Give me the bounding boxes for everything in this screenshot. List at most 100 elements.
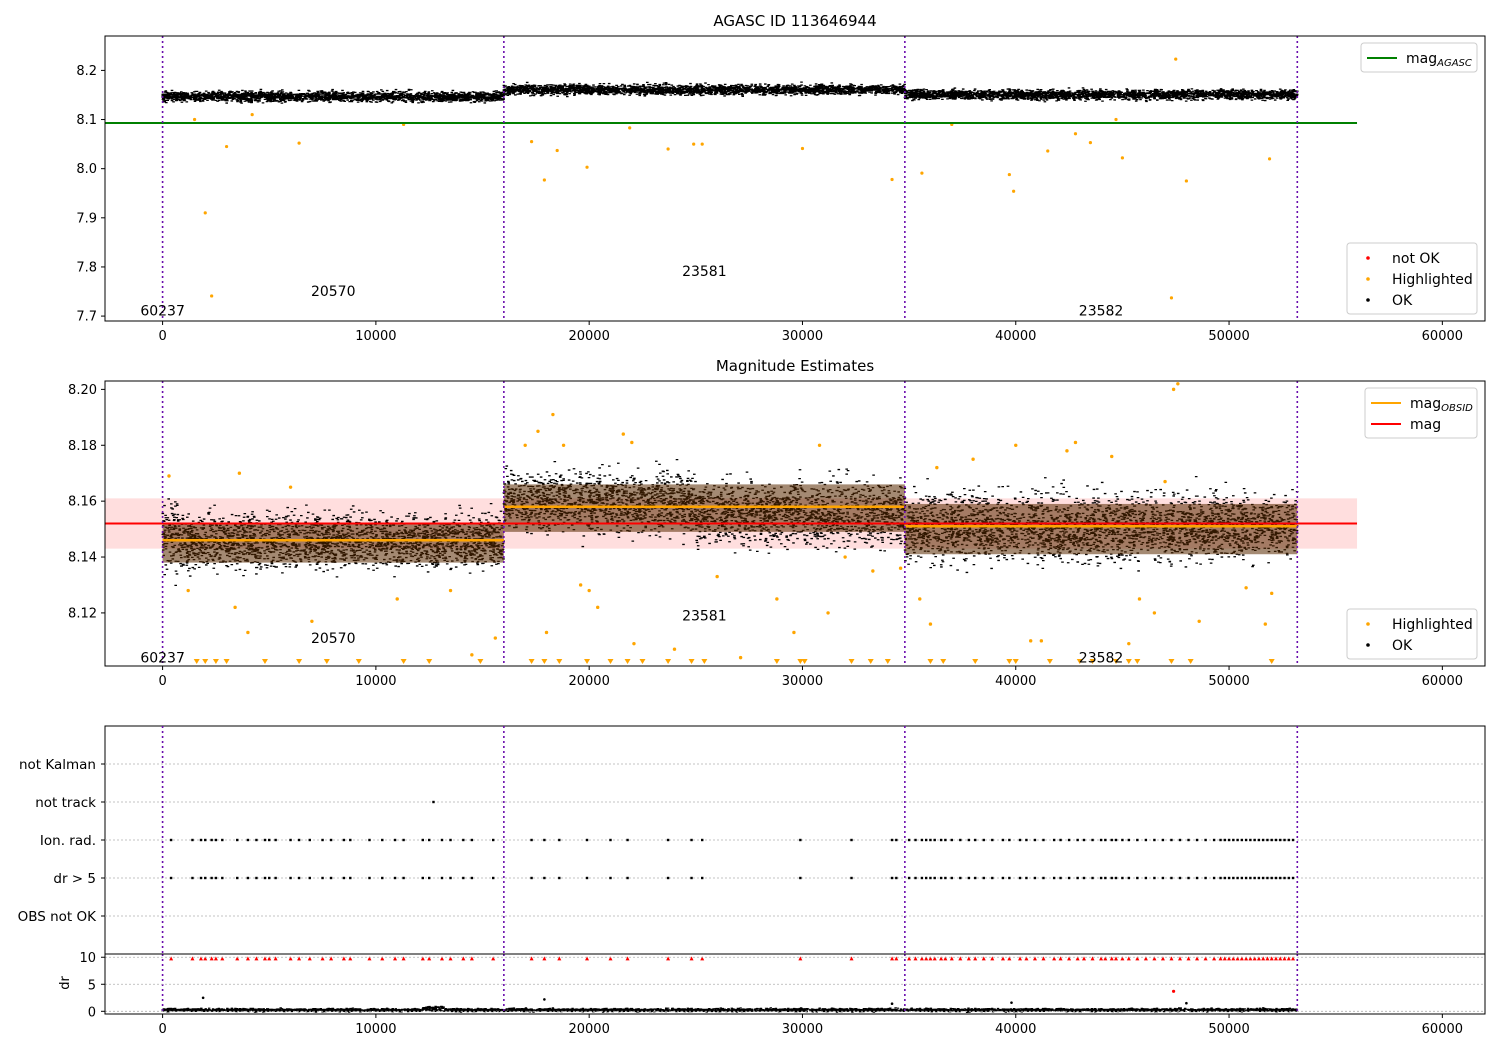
flag-point	[585, 838, 589, 842]
below-range-marker	[193, 659, 200, 664]
ok-points	[443, 1007, 1298, 1013]
flag-point	[349, 876, 352, 880]
flag-point	[1187, 838, 1190, 842]
flag-point	[421, 876, 425, 880]
legend-dot-marker	[1366, 643, 1370, 647]
flag-point	[1161, 876, 1165, 880]
flag-point	[393, 838, 397, 842]
highlighted-point	[1171, 387, 1176, 392]
flag-point	[263, 838, 267, 842]
flag-point	[939, 876, 943, 880]
flag-point	[1236, 876, 1239, 880]
flag-point	[1018, 876, 1022, 880]
flag-point	[1076, 838, 1079, 842]
highlighted-point	[310, 619, 314, 623]
flag-point	[268, 876, 271, 880]
chart-title-agasc: AGASC ID 113646944	[713, 12, 876, 30]
highlighted-point	[448, 588, 453, 593]
flag-point	[850, 876, 853, 880]
obsid-label: 60237	[140, 651, 185, 667]
flag-point	[402, 838, 405, 842]
flag-point	[1212, 838, 1216, 842]
flag-point	[381, 876, 384, 880]
plot-area-dr: 0 5 10 0 10000 20000 30000 40000 50000 60000	[79, 951, 1486, 1037]
flag-point	[933, 838, 936, 842]
below-range-marker	[927, 659, 934, 664]
below-range-marker	[323, 659, 330, 664]
obsid-label: 20570	[311, 631, 356, 647]
flag-point	[1091, 838, 1094, 842]
flag-point	[1261, 876, 1265, 880]
below-range-marker	[584, 659, 591, 664]
flag-point	[991, 838, 994, 842]
ok-points	[161, 88, 506, 104]
x-tick-label: 60000	[1422, 674, 1463, 689]
flag-point	[950, 876, 953, 880]
highlighted-point	[493, 636, 498, 640]
flag-point	[1136, 838, 1139, 842]
highlighted-point	[666, 147, 670, 151]
flag-point	[221, 876, 224, 880]
flag-point	[974, 876, 977, 880]
highlighted-point	[186, 588, 190, 593]
flag-point	[1008, 876, 1011, 880]
flag-point	[1195, 876, 1199, 880]
below-range-marker	[212, 659, 219, 664]
x-tick-label: 30000	[782, 329, 823, 344]
flag-point	[289, 876, 292, 880]
flag-point	[944, 838, 947, 842]
highlighted-point	[1073, 440, 1078, 445]
highlighted-point	[898, 566, 903, 570]
flag-point	[1266, 876, 1269, 880]
flag-point	[1287, 838, 1290, 842]
flag-point	[1232, 876, 1235, 880]
flag-point	[297, 838, 301, 842]
flag-point	[924, 838, 928, 842]
flag-point	[381, 838, 384, 842]
y-tick-label: 8.20	[68, 383, 97, 398]
highlighted-point	[632, 641, 636, 646]
flag-point	[274, 838, 277, 842]
flag-point	[1287, 876, 1290, 880]
highlighted-point	[1065, 449, 1069, 453]
flag-point	[1059, 876, 1062, 880]
highlighted-point	[1007, 172, 1011, 177]
flag-point	[929, 838, 932, 842]
highlighted-point	[523, 443, 527, 447]
flag-point	[1114, 838, 1118, 842]
flag-point	[402, 876, 405, 880]
flag-point	[1244, 876, 1248, 880]
flag-point	[1266, 838, 1269, 842]
flag-point	[246, 838, 250, 842]
highlighted-point	[800, 146, 805, 151]
flag-point	[1204, 838, 1207, 842]
x-tick-label: 50000	[1208, 1022, 1249, 1037]
flag-point	[204, 838, 207, 842]
flag-point	[1136, 876, 1139, 880]
flag-point	[1274, 838, 1278, 842]
flag-point	[1144, 838, 1148, 842]
flag-point	[169, 838, 173, 842]
flag-point	[895, 876, 898, 880]
highlighted-point	[1184, 179, 1188, 183]
highlighted-point	[1028, 639, 1033, 643]
highlighted-point	[210, 294, 214, 298]
flag-point	[914, 876, 917, 880]
flag-point	[1104, 838, 1107, 842]
flag-point	[1279, 838, 1282, 842]
flag-point	[329, 876, 333, 880]
flag-point	[1008, 838, 1011, 842]
flag-point	[321, 838, 324, 842]
highlighted-point	[1120, 156, 1125, 160]
mag-obsid-band	[503, 484, 905, 532]
below-range-marker	[261, 659, 268, 664]
x-tick-label: 20000	[568, 1022, 609, 1037]
panel-agasc: AGASC ID 113646944 60237 20570 23581 23582 0…	[76, 12, 1486, 344]
below-range-marker	[1268, 659, 1275, 664]
y-tick-label: 7.8	[76, 260, 97, 275]
flag-point	[428, 838, 431, 842]
highlighted-point	[1012, 189, 1016, 193]
below-range-marker	[1012, 659, 1019, 664]
dr-outlier-point	[543, 998, 546, 1001]
flag-point	[890, 876, 894, 880]
